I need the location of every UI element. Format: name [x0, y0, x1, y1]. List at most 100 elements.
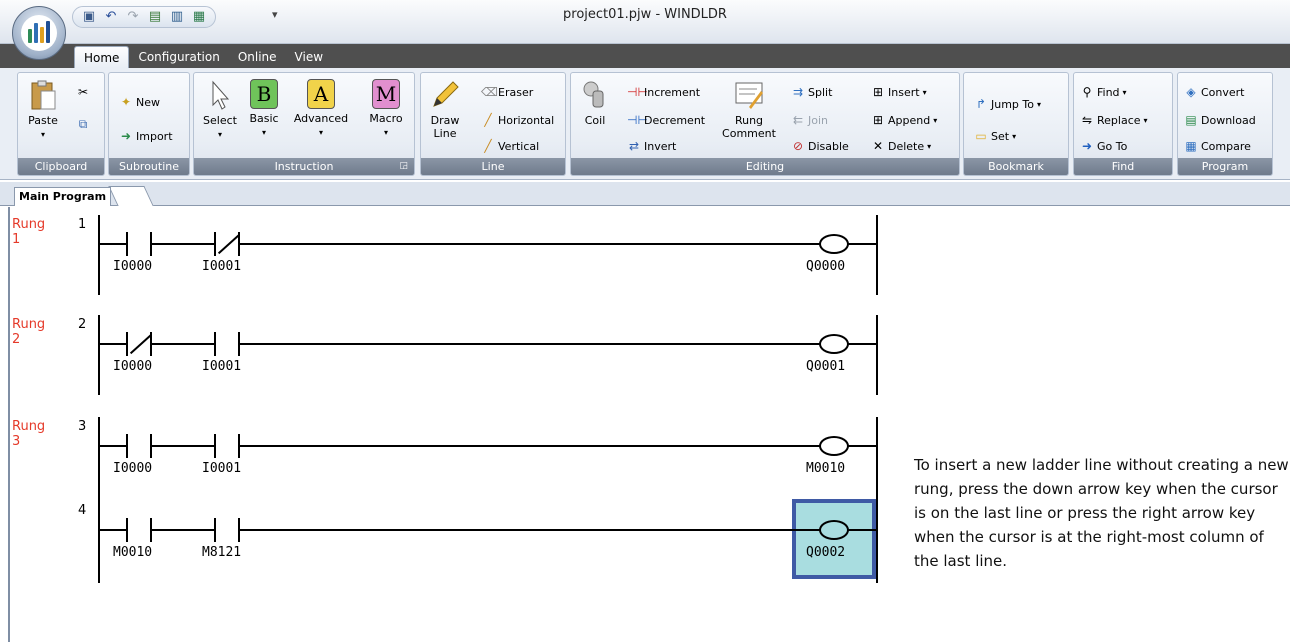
basic-label: Basic — [249, 112, 279, 125]
coil-operand: Q0000 — [806, 259, 846, 274]
disable-icon: ⊘ — [792, 139, 804, 153]
insert-label: Insert — [888, 85, 920, 99]
compare-button[interactable]: ▦ Compare — [1184, 137, 1251, 155]
rung-comment-button[interactable]: Rung Comment — [721, 79, 777, 140]
rung-label: Rung 3 — [12, 419, 46, 449]
convert-button[interactable]: ◈ Convert — [1184, 83, 1245, 101]
increment-button[interactable]: ⊣⊢ Increment — [627, 83, 700, 101]
append-button[interactable]: ⊞ Append ▾ — [871, 111, 937, 129]
instruction-group-text: Instruction — [274, 160, 334, 173]
insert-icon: ⊞ — [872, 85, 884, 99]
no-contact[interactable] — [126, 434, 152, 458]
no-contact[interactable] — [214, 332, 240, 356]
tab-main-program[interactable]: Main Program — [14, 187, 112, 206]
right-power-rail — [876, 417, 878, 583]
nc-contact[interactable] — [126, 332, 153, 356]
editing-group-label: Editing — [571, 158, 959, 175]
output-coil[interactable] — [819, 234, 849, 254]
new-subroutine-button[interactable]: ✦ New — [119, 93, 160, 111]
jump-to-label: Jump To — [991, 97, 1034, 111]
advanced-instruction-button[interactable]: A Advanced ▾ — [288, 79, 354, 139]
go-to-label: Go To — [1097, 139, 1128, 153]
tab-online[interactable]: Online — [229, 46, 286, 68]
basic-instruction-button[interactable]: B Basic ▾ — [244, 79, 284, 139]
contact-operand: I0000 — [113, 461, 153, 476]
application-menu-button[interactable] — [12, 6, 66, 60]
horizontal-label: Horizontal — [498, 113, 555, 127]
decrement-label: Decrement — [644, 113, 706, 127]
convert-label: Convert — [1201, 85, 1245, 99]
bookmark-group-label: Bookmark — [964, 158, 1068, 175]
windldr-logo-icon — [21, 15, 57, 51]
insert-button[interactable]: ⊞ Insert ▾ — [871, 83, 927, 101]
no-contact[interactable] — [126, 232, 152, 256]
set-bookmark-button[interactable]: ▭ Set ▾ — [974, 127, 1016, 145]
horizontal-line-icon: ╱ — [484, 113, 492, 127]
coil-button[interactable]: Coil — [575, 79, 615, 127]
bookmark-group: ↱ Jump To ▾ ▭ Set ▾ Bookmark — [963, 72, 1069, 176]
clipboard-group: Paste ▾ ✂ ⧉ Clipboard — [17, 72, 105, 176]
chevron-down-icon: ▾ — [40, 130, 45, 139]
go-to-button[interactable]: ➜ Go To — [1080, 137, 1127, 155]
paste-icon — [31, 80, 56, 110]
invert-label: Invert — [644, 139, 677, 153]
decrement-button[interactable]: ⊣⊢ Decrement — [627, 111, 705, 129]
jump-to-icon: ↱ — [975, 97, 987, 111]
split-label: Split — [808, 85, 833, 99]
delete-button[interactable]: ✕ Delete ▾ — [871, 137, 931, 155]
output-coil[interactable] — [819, 520, 849, 540]
invert-button[interactable]: ⇄ Invert — [627, 137, 676, 155]
new-tab-button[interactable] — [108, 186, 154, 206]
find-group-label: Find — [1074, 158, 1172, 175]
dialog-launcher-icon[interactable]: ◲ — [399, 158, 408, 175]
jump-to-button[interactable]: ↱ Jump To ▾ — [974, 95, 1041, 113]
macro-instruction-button[interactable]: M Macro ▾ — [364, 79, 408, 139]
no-contact[interactable] — [214, 434, 240, 458]
paste-button[interactable]: Paste ▾ — [22, 79, 64, 141]
no-contact[interactable] — [126, 518, 152, 542]
select-button[interactable]: Select ▾ — [200, 79, 240, 141]
output-coil[interactable] — [819, 436, 849, 456]
download-button[interactable]: ▤ Download — [1184, 111, 1255, 129]
replace-button[interactable]: ⇋ Replace ▾ — [1080, 111, 1148, 129]
cut-button[interactable]: ✂ — [76, 83, 90, 101]
coil-icon — [583, 81, 604, 108]
no-contact[interactable] — [214, 518, 240, 542]
contact-operand: I0001 — [202, 461, 242, 476]
line-group: Draw Line ⌫ Eraser ╱ Horizontal ╱ Vertical … — [420, 72, 566, 176]
editor-left-border — [8, 207, 10, 642]
output-coil[interactable] — [819, 334, 849, 354]
vertical-line-icon: ╱ — [484, 139, 492, 153]
rung-comment-label: Rung Comment — [722, 114, 776, 140]
instruction-group-label: Instruction ◲ — [194, 158, 414, 175]
macro-label: Macro — [369, 112, 403, 125]
select-label: Select — [203, 114, 237, 127]
copy-icon: ⧉ — [78, 117, 88, 131]
tab-view[interactable]: View — [286, 46, 332, 68]
split-button[interactable]: ⇉ Split — [791, 83, 832, 101]
disable-button[interactable]: ⊘ Disable — [791, 137, 849, 155]
tab-home[interactable]: Home — [74, 46, 130, 68]
cursor-arrow-icon — [212, 80, 230, 110]
horizontal-line-button[interactable]: ╱ Horizontal — [481, 111, 554, 129]
right-power-rail — [876, 215, 878, 295]
binoculars-icon: ⚲ — [1082, 85, 1092, 99]
import-subroutine-button[interactable]: ➜ Import — [119, 127, 173, 145]
eraser-button[interactable]: ⌫ Eraser — [481, 83, 533, 101]
eraser-label: Eraser — [498, 85, 534, 99]
vertical-line-button[interactable]: ╱ Vertical — [481, 137, 539, 155]
increment-label: Increment — [644, 85, 701, 99]
join-button[interactable]: ⇇ Join — [791, 111, 828, 129]
find-button[interactable]: ⚲ Find ▾ — [1080, 83, 1127, 101]
bookmark-icon: ▭ — [975, 129, 987, 143]
copy-button[interactable]: ⧉ — [76, 115, 90, 133]
right-power-rail — [876, 315, 878, 395]
nc-contact[interactable] — [214, 232, 241, 256]
contact-operand: I0001 — [202, 359, 242, 374]
tab-configuration[interactable]: Configuration — [129, 46, 228, 68]
ladder-editor[interactable]: Rung 1 1 I0000 I0001 Q0000 Rung 2 2 I000… — [0, 207, 1290, 642]
delete-label: Delete — [888, 139, 925, 153]
new-document-icon: ✦ — [120, 95, 132, 109]
clipboard-group-label: Clipboard — [18, 158, 104, 175]
draw-line-button[interactable]: Draw Line — [425, 79, 465, 140]
